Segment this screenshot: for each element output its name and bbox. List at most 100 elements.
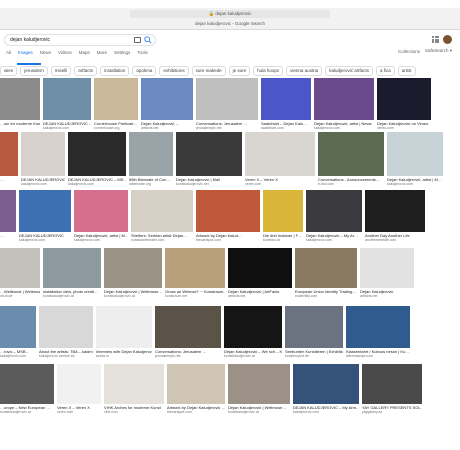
thumbnail[interactable] xyxy=(0,248,40,288)
thumbnail[interactable] xyxy=(293,364,359,404)
chip-4[interactable]: installation xyxy=(100,66,130,76)
thumbnail[interactable] xyxy=(306,190,362,232)
image-result[interactable]: Dejan Kaludjerović | ArtFacts artfacts.ne… xyxy=(228,248,292,298)
image-result[interactable]: Conversations: Jerusalem … jerusalemjdc.n… xyxy=(155,306,221,358)
image-result[interactable]: … xyxy=(0,132,18,186)
image-result[interactable]: European Union Identity Trading… euidenti… xyxy=(295,248,357,298)
thumbnail[interactable] xyxy=(43,78,91,120)
image-result[interactable]: Dejan Kaludjerović, artist | News kaludje… xyxy=(314,78,374,130)
image-result[interactable]: 56th Biennale of Con… labiennale.org xyxy=(129,132,173,186)
chip-3[interactable]: artfacts xyxy=(74,66,98,76)
image-result[interactable]: DEJAN KALUDJEROVIC - MS…kaludjerovic.com xyxy=(43,78,91,130)
image-result[interactable]: installation view, photo credit… kunstkal… xyxy=(43,248,101,298)
image-result[interactable]: …ion for moderne Kunst xyxy=(0,78,40,130)
thumbnail[interactable] xyxy=(224,306,282,348)
tab-news[interactable]: News xyxy=(40,50,51,55)
address-bar[interactable]: 🔒 dejan kaludjerovic xyxy=(130,10,330,18)
thumbnail[interactable] xyxy=(176,132,242,176)
result-caption[interactable]: … xyxy=(0,233,16,238)
chip-13[interactable]: artist xyxy=(397,66,416,76)
tab-settings[interactable]: Settings xyxy=(114,50,130,55)
avatar[interactable] xyxy=(443,35,452,44)
thumbnail[interactable] xyxy=(131,190,193,232)
thumbnail[interactable] xyxy=(155,306,221,348)
tab-videos[interactable]: Videos xyxy=(58,50,72,55)
thumbnail[interactable] xyxy=(19,190,71,232)
chip-0[interactable]: wien xyxy=(0,66,18,76)
thumbnail[interactable] xyxy=(74,190,128,232)
thumbnail[interactable] xyxy=(377,78,431,120)
tab-all[interactable]: All xyxy=(6,50,11,55)
image-result[interactable]: Cornerhouse Publicati… cornerhouse.org xyxy=(94,78,138,130)
collections-button[interactable]: Collections xyxy=(398,49,420,54)
image-result[interactable]: Dejan Kaludjerović, artist | M… kaludjero… xyxy=(74,190,128,242)
chip-5[interactable]: apokma xyxy=(132,66,157,76)
thumbnail[interactable] xyxy=(0,306,36,348)
image-result[interactable]: Artwork by Dejan Kaludjerović … thecartsp… xyxy=(167,364,225,414)
image-result[interactable]: Veren X – Veren Xveren.com xyxy=(57,364,101,414)
image-result[interactable]: DEJAN KALUDJEROVIC kaludjerovic.com xyxy=(19,190,71,242)
image-result[interactable]: Dejan Kaludjerović – We sch – Kun…kunstk… xyxy=(224,306,282,358)
thumbnail[interactable] xyxy=(129,132,173,176)
image-result[interactable]: Klassenfahrt / Kuboos nesun | Ku… afterma… xyxy=(346,306,410,358)
thumbnail[interactable] xyxy=(228,248,292,288)
image-result[interactable]: Seebunten Kunstlieren | Exhibitio… kunstm… xyxy=(285,306,343,358)
thumbnail[interactable] xyxy=(0,132,18,176)
search-icon[interactable] xyxy=(144,36,152,44)
thumbnail[interactable] xyxy=(104,364,164,404)
image-result[interactable]: Conversations - Announcements… e-flux.com xyxy=(318,132,384,186)
image-result[interactable]: Die drei Indianer | F… kunstwo.at xyxy=(263,190,303,242)
image-result[interactable]: DEJAN KALUDJEROVIC kaludjerovic.com xyxy=(21,132,65,186)
image-result[interactable]: Dejan Kaludjerović | Weltmuse… kunstkalud… xyxy=(228,364,290,414)
thumbnail[interactable] xyxy=(261,78,311,120)
thumbnail[interactable] xyxy=(360,248,414,288)
thumbnail[interactable] xyxy=(263,190,303,232)
image-result[interactable]: …urope – New European … kunstkaludjerovic… xyxy=(0,364,54,414)
image-result[interactable]: Dejan Kaludjerović … artfacts.net xyxy=(141,78,193,130)
image-result[interactable]: Shelters: Serbian artist Dejan… notasoloe… xyxy=(131,190,193,242)
thumbnail[interactable] xyxy=(196,190,260,232)
thumbnail[interactable] xyxy=(141,78,193,120)
image-result[interactable]: DEJAN KALUDJEROVIC – MS… kaludjerovic.com xyxy=(68,132,126,186)
image-result[interactable]: …Weltkunst | Weltmusen …vb.at.de xyxy=(0,248,40,298)
thumbnail[interactable] xyxy=(387,132,443,176)
thumbnail[interactable] xyxy=(165,248,225,288)
image-result[interactable]: Dejan Kaludjerović | Weltmuse… kunstkalud… xyxy=(104,248,162,298)
thumbnail[interactable] xyxy=(228,364,290,404)
chip-12[interactable]: a fica xyxy=(375,66,395,76)
chip-2[interactable]: miselli xyxy=(50,66,72,76)
thumbnail[interactable] xyxy=(346,306,410,348)
thumbnail[interactable] xyxy=(167,364,225,404)
tab-images[interactable]: Images xyxy=(18,50,33,55)
chip-7[interactable]: sure makede xyxy=(191,66,226,76)
image-result[interactable]: About the artists: TBA – kaldmaz 18kalud… xyxy=(39,306,93,358)
thumbnail[interactable] xyxy=(39,306,93,348)
thumbnail[interactable] xyxy=(196,78,258,120)
thumbnail[interactable] xyxy=(0,78,40,120)
image-result[interactable]: YAY GALLERY PRESENTS SOL… yaygallery.az xyxy=(362,364,422,414)
thumbnail[interactable] xyxy=(314,78,374,120)
chip-10[interactable]: vienna austria xyxy=(286,66,323,76)
search-input[interactable]: dejan kaludjerovic xyxy=(4,34,156,46)
image-result[interactable]: Dejan Kaludjerović – My Ar… kaludjerovic.… xyxy=(306,190,362,242)
thumbnail[interactable] xyxy=(362,364,422,404)
thumbnail[interactable] xyxy=(245,132,315,176)
image-result[interactable]: Dejan Kaludjerović artfacts.net xyxy=(360,248,414,298)
image-result[interactable]: Artwork by Dejan Kalud… thecartspot.com xyxy=(196,190,260,242)
image-result[interactable]: Saatchiart – Dejan Kalu… saatchiart.com xyxy=(261,78,311,130)
chip-1[interactable]: jerusalem xyxy=(20,66,48,76)
image-result[interactable]: Dejan Kaludjerović, artist | M… kaludjero… xyxy=(387,132,443,186)
thumbnail[interactable] xyxy=(295,248,357,288)
thumbnail[interactable] xyxy=(318,132,384,176)
thumbnail[interactable] xyxy=(365,190,425,232)
thumbnail[interactable] xyxy=(57,364,101,404)
chip-9[interactable]: hula hoops xyxy=(253,66,284,76)
tab-tools[interactable]: Tools xyxy=(137,50,148,55)
image-result[interactable]: Dejan Kaludjerović | Mail kunstkaludjerov… xyxy=(176,132,242,186)
image-result[interactable]: Dejan Kaludjerović on Vimeo vimeo.com xyxy=(377,78,431,130)
image-result[interactable]: … xyxy=(0,190,16,242)
apps-grid-icon[interactable] xyxy=(432,36,439,43)
thumbnail[interactable] xyxy=(0,364,54,404)
thumbnail[interactable] xyxy=(0,190,16,232)
result-caption[interactable]: … xyxy=(0,177,18,182)
